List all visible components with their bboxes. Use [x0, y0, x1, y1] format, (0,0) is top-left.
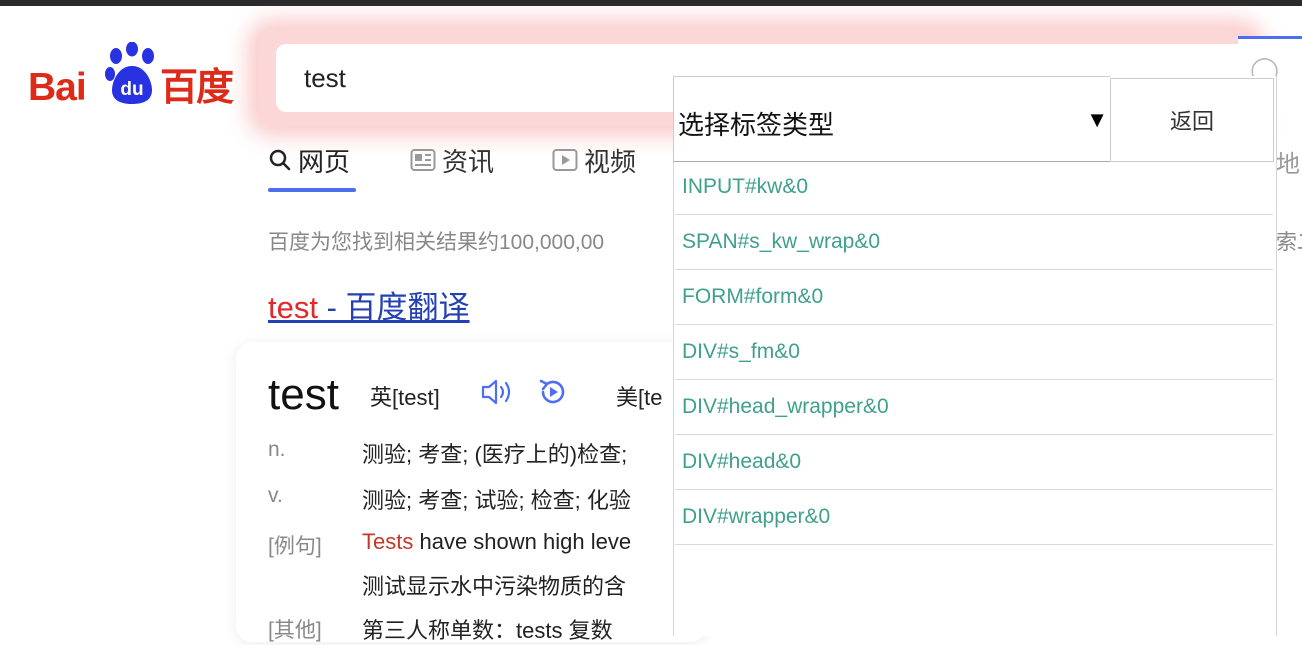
search-tabs: 网页 资讯 视频: [268, 140, 688, 196]
search-button-border: [1238, 36, 1302, 39]
search-icon: [269, 149, 291, 171]
tab-web-label: 网页: [298, 146, 351, 177]
paw-icon: du: [105, 42, 154, 104]
speaker-icon[interactable]: [480, 377, 514, 407]
element-list-item[interactable]: FORM#form&0: [675, 270, 1273, 325]
replay-icon[interactable]: [537, 376, 569, 408]
tab-news-label: 资讯: [442, 146, 495, 177]
video-icon: [552, 149, 578, 171]
tab-video-label: 视频: [584, 146, 637, 177]
logo-latin: Bai: [28, 66, 87, 109]
tab-news[interactable]: 资讯: [410, 140, 494, 180]
other-label: [其他]: [268, 619, 322, 642]
element-list-item[interactable]: DIV#s_fm&0: [675, 325, 1273, 380]
example-translation: 测试显示水中污染物质的含: [362, 574, 627, 599]
element-list: INPUT#kw&0 SPAN#s_kw_wrap&0 FORM#form&0 …: [675, 160, 1273, 545]
definition-text: 测验; 考查; 试验; 检查; 化验: [362, 488, 631, 513]
baidu-logo[interactable]: Bai du 百度: [26, 40, 236, 110]
definition-label: n.: [268, 438, 286, 461]
tab-video[interactable]: 视频: [552, 140, 636, 180]
uk-phonetic: 英[test]: [370, 385, 440, 410]
result-fragment: 索二: [1276, 231, 1302, 254]
logo-chinese: 百度: [160, 67, 234, 109]
tab-fragment: 地: [1276, 151, 1300, 178]
dropdown-arrow-icon: ▼: [1086, 107, 1108, 132]
result-title-link[interactable]: test - 百度翻译: [268, 282, 470, 327]
definition-text: 测验; 考查; (医疗上的)检查;: [362, 442, 628, 467]
back-button[interactable]: 返回: [1110, 78, 1274, 162]
news-icon: [410, 149, 436, 171]
element-list-item[interactable]: DIV#wrapper&0: [675, 490, 1273, 545]
element-list-item[interactable]: DIV#head_wrapper&0: [675, 380, 1273, 435]
example-keyword: Tests: [362, 529, 414, 554]
result-title-keyword: test: [268, 290, 318, 325]
active-tab-indicator: [268, 188, 356, 192]
tab-web[interactable]: 网页: [268, 140, 350, 180]
element-list-item[interactable]: DIV#head&0: [675, 435, 1273, 490]
us-phonetic: 美[te: [616, 385, 663, 410]
logo-du: du: [120, 79, 143, 100]
element-list-item[interactable]: SPAN#s_kw_wrap&0: [675, 215, 1273, 270]
element-list-item[interactable]: INPUT#kw&0: [675, 160, 1273, 215]
example-sentence-rest: have shown high leve: [413, 529, 632, 554]
result-title-suffix: - 百度翻译: [317, 290, 470, 325]
example-sentence: Tests have shown high leve: [362, 529, 674, 555]
tag-type-select[interactable]: 选择标签类型 ▼: [673, 76, 1110, 162]
other-forms: 第三人称单数：tests 复数: [362, 618, 613, 643]
dictionary-word: test: [268, 370, 339, 419]
window-top-bar: [0, 0, 1302, 6]
result-count: 百度为您找到相关结果约100,000,00: [268, 231, 605, 254]
tag-type-select-value: 选择标签类型: [678, 110, 835, 140]
definition-label: v.: [268, 484, 283, 507]
example-label: [例句]: [268, 535, 322, 558]
